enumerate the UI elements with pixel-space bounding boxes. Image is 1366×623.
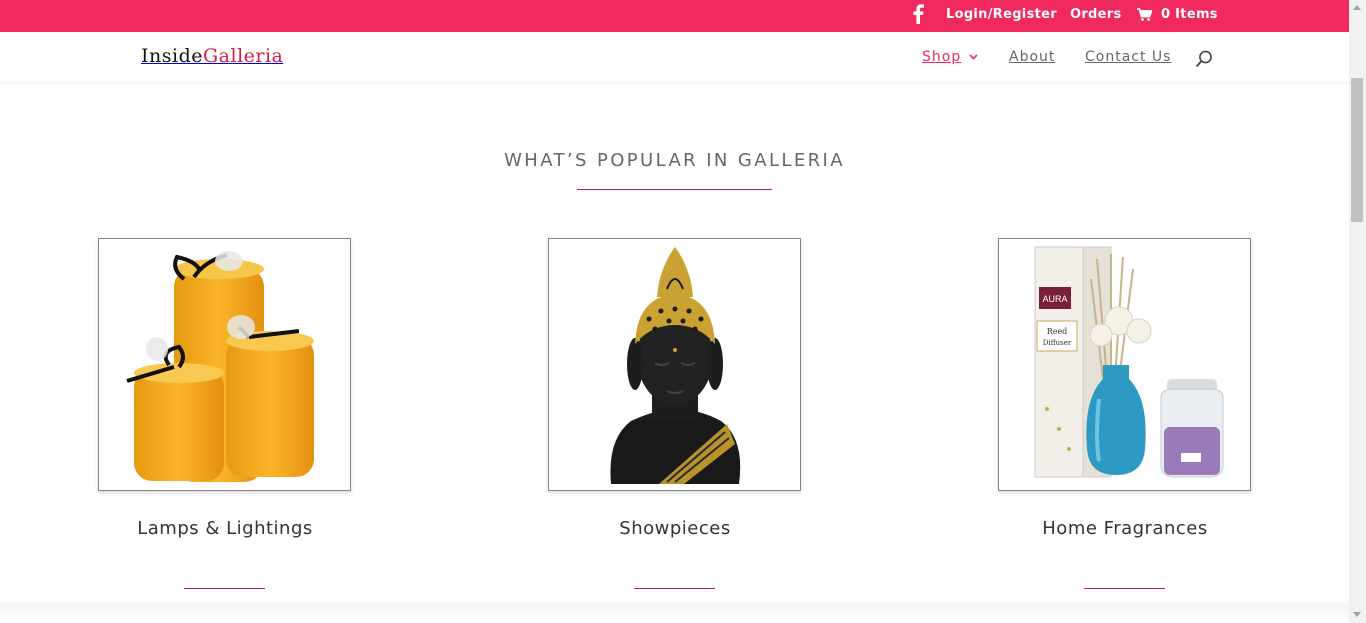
reed-diffuser-image: AURA Reed Diffuser [1034,246,1224,478]
nav-contact-us[interactable]: Contact Us [1085,49,1171,65]
main-header: InsideGalleria Shop About Contact Us [0,32,1349,82]
diffuser-brand: AURA [1042,294,1067,304]
scroll-down-icon[interactable] [1353,612,1361,617]
title-divider [577,189,772,190]
page-bottom-edge [0,605,1349,623]
section-title: WHAT’S POPULAR IN GALLERIA [504,150,845,171]
search-icon[interactable] [1195,50,1213,68]
nav-about[interactable]: About [1009,49,1055,65]
product-divider [634,588,715,589]
login-register-link[interactable]: Login/Register [946,7,1057,22]
product-label-lamps[interactable]: Lamps & Lightings [75,518,375,539]
product-divider [1084,588,1165,589]
product-label-home-fragrances[interactable]: Home Fragrances [975,518,1275,539]
product-label-showpieces[interactable]: Showpieces [525,518,825,539]
top-bar: Login/Register Orders 0 Items [0,0,1349,32]
cart-count-label: 0 Items [1161,7,1218,22]
diffuser-product-line2: Diffuser [1043,339,1072,347]
cart-link[interactable]: 0 Items [1137,7,1218,22]
facebook-icon[interactable] [911,4,925,24]
vertical-scrollbar[interactable] [1349,0,1366,623]
product-image-lamps[interactable] [98,238,351,491]
site-logo[interactable]: InsideGalleria [141,45,283,67]
nav-shop[interactable]: Shop [922,49,978,65]
diffuser-product: Reed [1047,327,1068,336]
buddha-bust-image [610,247,741,484]
product-divider [184,588,265,589]
cart-icon [1137,8,1152,21]
candles-image [126,251,314,482]
scrollbar-thumb[interactable] [1351,78,1363,222]
logo-part-galleria: Galleria [202,45,284,67]
product-image-home-fragrances[interactable]: AURA Reed Diffuser [998,238,1251,491]
logo-part-inside: Inside [141,45,203,67]
nav-shop-label: Shop [922,49,962,65]
scroll-up-icon[interactable] [1353,5,1361,10]
product-image-showpieces[interactable] [548,238,801,491]
chevron-down-icon [969,54,978,60]
orders-link[interactable]: Orders [1070,7,1122,22]
